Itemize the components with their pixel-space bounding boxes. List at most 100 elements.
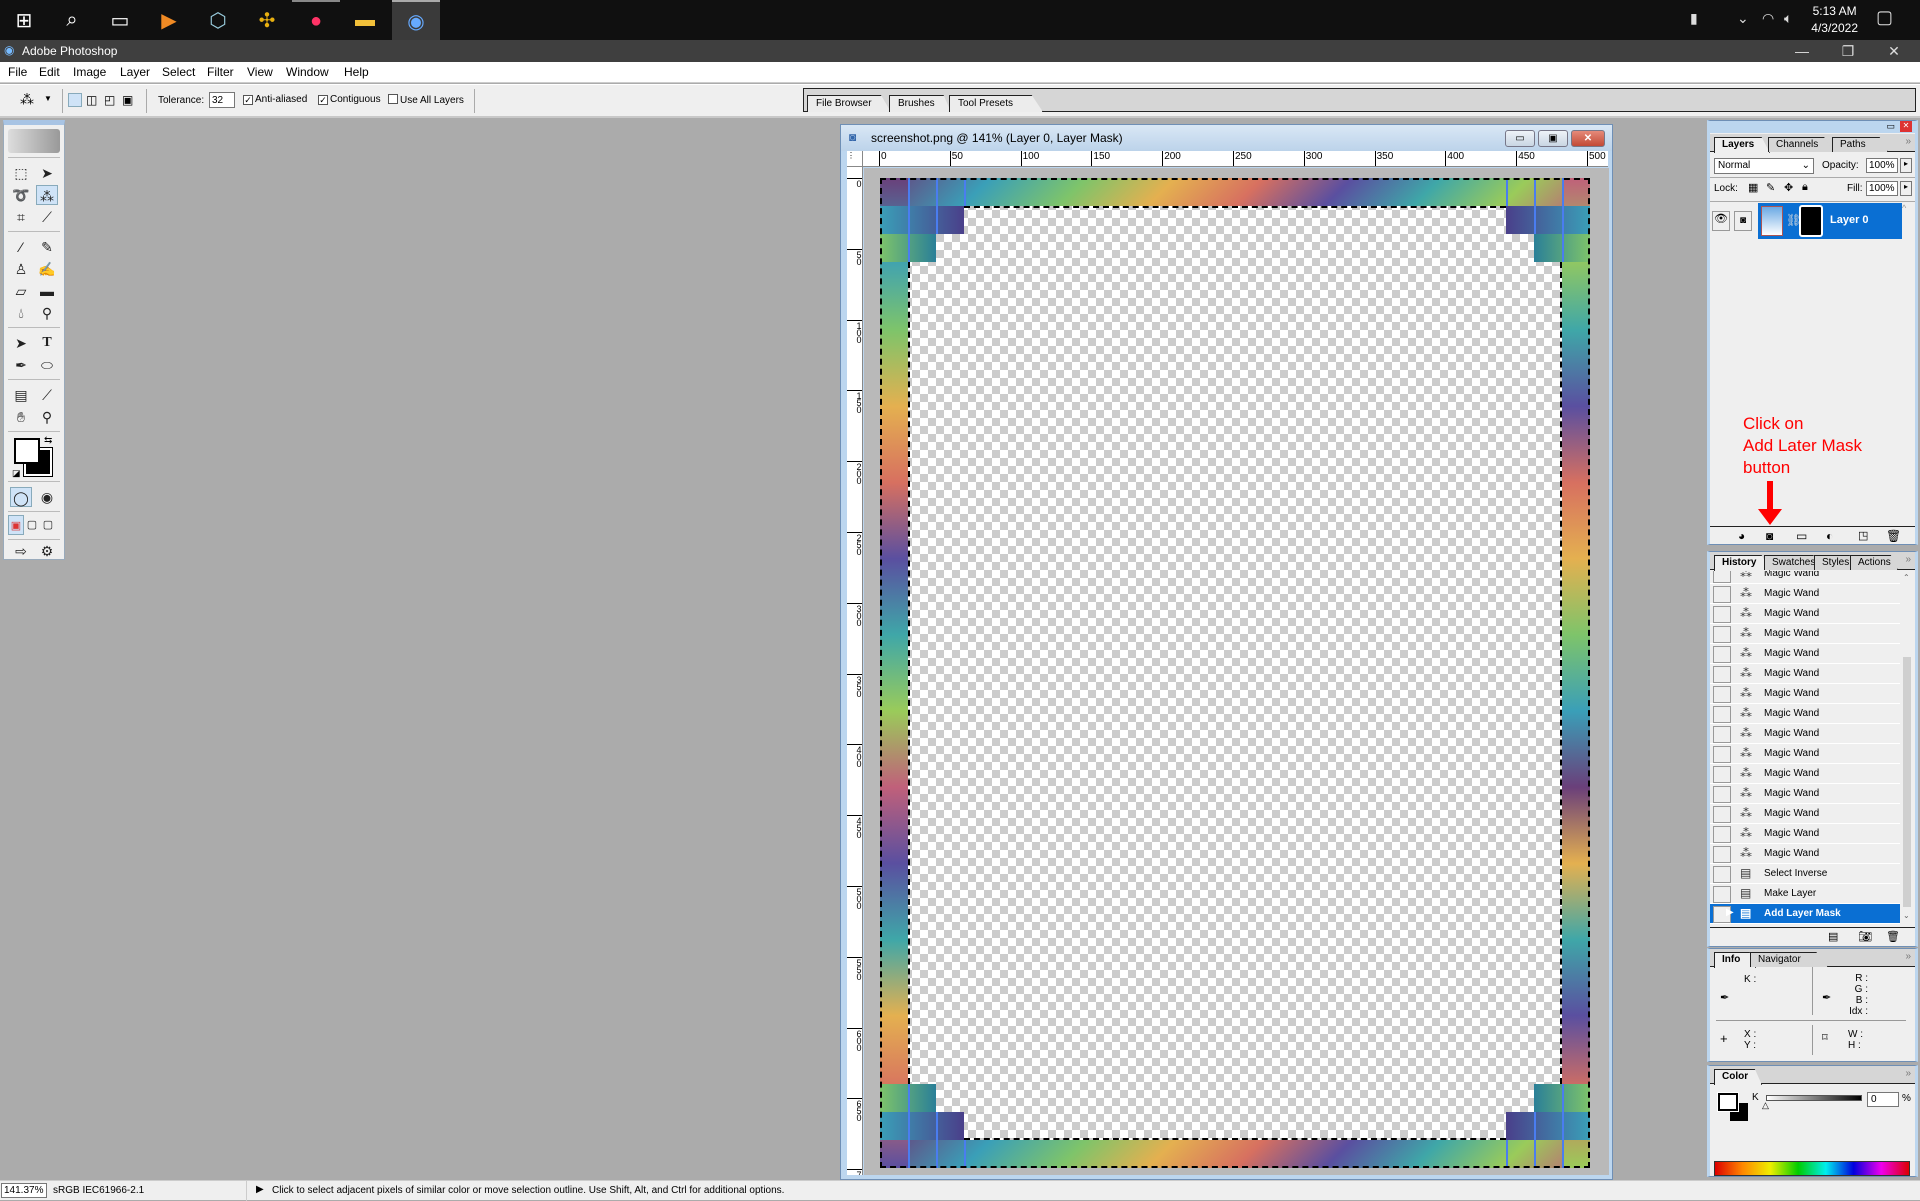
doc-maximize-button[interactable]: ▣: [1538, 130, 1568, 147]
history-snapshot-source-checkbox[interactable]: [1713, 606, 1731, 623]
menu-view[interactable]: View: [247, 65, 273, 79]
eyedropper-tool-icon[interactable]: ⟋: [36, 385, 58, 405]
history-item[interactable]: ⁂ Magic Wand: [1710, 704, 1900, 724]
doc-close-button[interactable]: ✕: [1571, 130, 1605, 147]
usb-icon[interactable]: ▮: [1690, 10, 1698, 27]
move-tool-icon[interactable]: ➤: [36, 163, 58, 183]
close-button[interactable]: ✕: [1874, 42, 1914, 60]
media-player-icon[interactable]: ▶: [145, 0, 193, 40]
tab-history[interactable]: History: [1714, 555, 1770, 571]
standard-mode-icon[interactable]: ◯: [10, 487, 32, 507]
tab-tool-presets[interactable]: Tool Presets: [949, 95, 1043, 112]
color-ramp[interactable]: [1714, 1161, 1910, 1176]
layer-visibility-eye-icon[interactable]: 👁︎: [1712, 211, 1730, 231]
history-item[interactable]: ⁂ Magic Wand: [1710, 571, 1900, 584]
tab-styles[interactable]: Styles: [1814, 555, 1856, 570]
layer-style-button[interactable]: ◕: [1738, 529, 1745, 543]
scroll-down-icon[interactable]: ⌄: [1903, 911, 1910, 920]
yellow-app-icon[interactable]: ✣: [243, 0, 291, 40]
history-item[interactable]: ⁂ Magic Wand: [1710, 604, 1900, 624]
tool-preset-dropdown-icon[interactable]: ▼: [44, 94, 52, 103]
scroll-thumb[interactable]: [1903, 657, 1911, 907]
tolerance-input[interactable]: 32: [209, 92, 235, 108]
file-explorer-icon[interactable]: ▬: [341, 0, 389, 40]
dodge-tool-icon[interactable]: ⚲: [36, 303, 58, 323]
history-snapshot-source-checkbox[interactable]: [1713, 806, 1731, 823]
layer-mask-thumbnail[interactable]: [1799, 205, 1823, 237]
healing-brush-tool-icon[interactable]: ⁄: [10, 237, 32, 257]
panel-menu-icon[interactable]: »: [1905, 1068, 1911, 1079]
windows-start-icon[interactable]: ⊞: [0, 0, 48, 40]
brush-tool-icon[interactable]: ✎: [36, 237, 58, 257]
ellipse-tool-icon[interactable]: ⬭: [36, 355, 58, 375]
history-snapshot-source-checkbox[interactable]: [1713, 666, 1731, 683]
tab-layers[interactable]: Layers: [1714, 137, 1770, 153]
crop-tool-icon[interactable]: ⌗: [10, 207, 32, 227]
scroll-up-icon[interactable]: ⌃: [1903, 573, 1910, 582]
history-brush-tool-icon[interactable]: ✍: [36, 259, 58, 279]
tab-navigator[interactable]: Navigator: [1750, 952, 1828, 967]
history-item[interactable]: ⁂ Magic Wand: [1710, 684, 1900, 704]
tab-swatches[interactable]: Swatches: [1764, 555, 1822, 570]
history-item[interactable]: ⁂ Magic Wand: [1710, 744, 1900, 764]
tab-info[interactable]: Info: [1714, 952, 1756, 968]
add-layer-mask-button[interactable]: ◙: [1766, 529, 1773, 543]
intersect-selection-icon[interactable]: ▣: [122, 93, 133, 107]
menu-file[interactable]: File: [8, 65, 27, 79]
tab-color[interactable]: Color: [1714, 1069, 1762, 1085]
history-item[interactable]: ⁂ Magic Wand: [1710, 664, 1900, 684]
canvas-area[interactable]: [864, 168, 1609, 1175]
history-scrollbar[interactable]: ⌃ ⌄: [1902, 571, 1912, 927]
history-snapshot-source-checkbox[interactable]: [1713, 826, 1731, 843]
hand-tool-icon[interactable]: ✋︎: [10, 407, 32, 427]
new-snapshot-button[interactable]: 📷︎: [1858, 930, 1872, 943]
add-to-selection-icon[interactable]: ◫: [86, 93, 97, 107]
history-item[interactable]: ▤ Select Inverse: [1710, 864, 1900, 884]
delete-layer-button[interactable]: 🗑︎: [1886, 529, 1901, 543]
photoshop-taskbar-icon[interactable]: ◉: [392, 0, 440, 40]
tab-brushes[interactable]: Brushes: [889, 95, 951, 112]
jump-to-imageready-icon[interactable]: ⇨: [10, 541, 32, 561]
subtract-from-selection-icon[interactable]: ◰: [104, 93, 115, 107]
notification-icon[interactable]: ▢: [1876, 7, 1893, 28]
history-item[interactable]: ▤ Add Layer Mask ▶: [1710, 904, 1900, 924]
history-state-pointer-icon[interactable]: ▶: [1726, 907, 1734, 918]
clock[interactable]: 5:13 AM 4/3/2022: [1811, 3, 1858, 37]
magic-wand-tool-icon[interactable]: ⁂: [20, 91, 34, 108]
menu-image[interactable]: Image: [73, 65, 106, 79]
document-title-bar[interactable]: ◙ screenshot.png @ 141% (Layer 0, Layer …: [841, 125, 1612, 151]
image-canvas[interactable]: [880, 178, 1590, 1168]
swap-colors-icon[interactable]: ⇆: [44, 435, 52, 446]
lock-all-icon[interactable]: 🔒︎: [1802, 181, 1808, 194]
history-snapshot-source-checkbox[interactable]: [1713, 706, 1731, 723]
panel-menu-icon[interactable]: »: [1905, 554, 1911, 565]
history-snapshot-source-checkbox[interactable]: [1713, 726, 1731, 743]
history-snapshot-source-checkbox[interactable]: [1713, 586, 1731, 603]
opacity-slider-button[interactable]: ▸: [1900, 158, 1912, 173]
history-snapshot-source-checkbox[interactable]: [1713, 786, 1731, 803]
panel-menu-icon[interactable]: »: [1905, 951, 1911, 962]
color-foreground-swatch[interactable]: [1717, 1092, 1739, 1112]
standard-screen-mode-icon[interactable]: ▣: [8, 515, 24, 535]
history-item[interactable]: ⁂ Magic Wand: [1710, 584, 1900, 604]
magic-wand-tool-icon[interactable]: ⁂: [36, 185, 58, 205]
history-item[interactable]: ⁂ Magic Wand: [1710, 724, 1900, 744]
panel-menu-icon[interactable]: »: [1905, 136, 1911, 147]
k-value-input[interactable]: 0: [1867, 1092, 1899, 1107]
history-snapshot-source-checkbox[interactable]: [1713, 686, 1731, 703]
layers-scrollbar[interactable]: ^: [1902, 203, 1912, 523]
quick-mask-mode-icon[interactable]: ◉: [36, 487, 58, 507]
history-item[interactable]: ⁂ Magic Wand: [1710, 624, 1900, 644]
history-snapshot-source-checkbox[interactable]: [1713, 626, 1731, 643]
volume-icon[interactable]: 🔈︎: [1784, 10, 1792, 27]
use-all-layers-checkbox[interactable]: Use All Layers: [388, 94, 464, 106]
fill-input[interactable]: 100%: [1866, 181, 1898, 196]
lock-transparency-icon[interactable]: ▦: [1748, 181, 1758, 194]
menu-help[interactable]: Help: [344, 65, 369, 79]
tab-channels[interactable]: Channels: [1768, 137, 1834, 152]
history-item[interactable]: ⁂ Magic Wand: [1710, 804, 1900, 824]
task-view-icon[interactable]: ▭: [96, 0, 144, 40]
path-selection-tool-icon[interactable]: ➤: [10, 333, 32, 353]
panel-minimize-button[interactable]: ▭: [1886, 121, 1895, 132]
zoom-tool-icon[interactable]: ⚲: [36, 407, 58, 427]
